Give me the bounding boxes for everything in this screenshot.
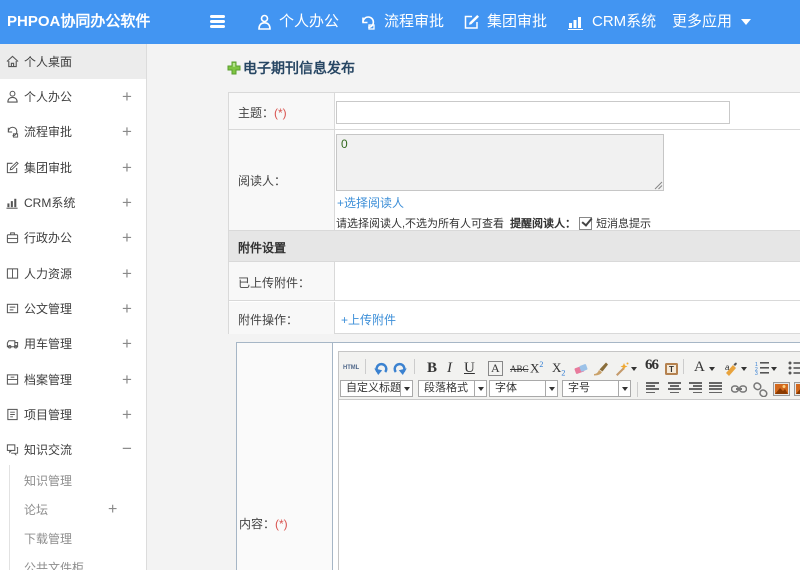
svg-text:T: T (669, 365, 674, 374)
svg-text:a: a (725, 363, 730, 372)
svg-text:3: 3 (755, 371, 758, 375)
